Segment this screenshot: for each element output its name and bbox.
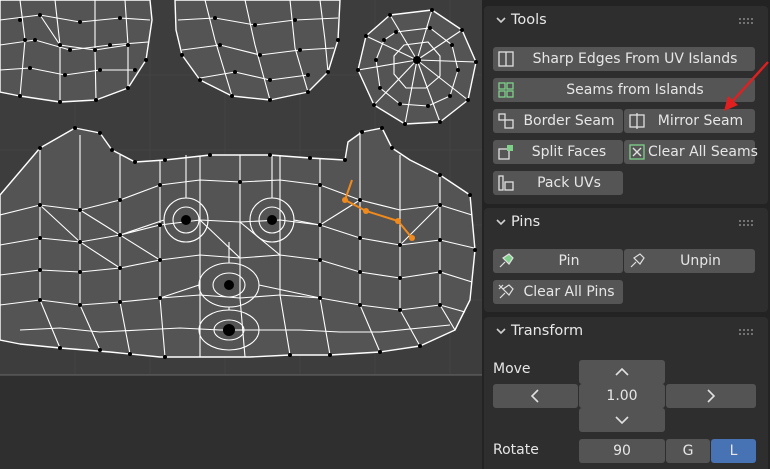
panel-collapse-chevron-icon [496, 328, 506, 335]
border-seam-icon [498, 113, 514, 129]
drag-grip-icon[interactable] [738, 219, 754, 227]
drag-grip-icon[interactable] [738, 328, 754, 336]
uv-editor-viewport[interactable] [0, 0, 482, 469]
uv-island-main [0, 127, 476, 358]
move-down-button[interactable] [579, 408, 665, 432]
annotation-arrow-icon [724, 61, 769, 111]
pins-panel-title: Pins [511, 214, 541, 230]
tools-panel-header[interactable]: Tools [484, 6, 768, 36]
panel-collapse-chevron-icon [496, 219, 506, 226]
split-faces-icon [498, 145, 513, 160]
rotate-label: Rotate [493, 442, 539, 458]
panel-collapse-chevron-icon [496, 17, 506, 24]
pin-button[interactable]: Pin [493, 249, 623, 273]
unpin-icon [630, 253, 645, 268]
move-label: Move [493, 361, 531, 377]
rotate-value-field[interactable]: 90 [579, 439, 665, 463]
chevron-down-icon [615, 416, 629, 425]
mirror-seam-icon [629, 113, 645, 129]
move-value-field[interactable]: 1.00 [579, 384, 665, 408]
transform-panel: Transform Move 1.00 Rotate 90 G L [484, 317, 768, 469]
clear-seams-icon [629, 144, 645, 160]
rotate-mode-l-button[interactable]: L [711, 439, 756, 463]
transform-panel-title: Transform [511, 323, 584, 339]
clear-pins-icon [498, 284, 514, 299]
pack-uvs-icon [498, 175, 514, 191]
seams-islands-icon [498, 82, 514, 98]
tools-panel-title: Tools [511, 12, 547, 28]
split-faces-button[interactable]: Split Faces [493, 140, 623, 164]
rotate-mode-g-button[interactable]: G [666, 439, 710, 463]
border-seam-button[interactable]: Border Seam [493, 109, 623, 133]
move-up-button[interactable] [579, 360, 665, 384]
chevron-left-icon [530, 389, 539, 403]
transform-panel-header[interactable]: Transform [484, 317, 768, 347]
pack-uvs-button[interactable]: Pack UVs [493, 171, 623, 195]
chevron-up-icon [615, 367, 629, 376]
clear-all-seams-button[interactable]: Clear All Seams [624, 140, 758, 164]
move-left-button[interactable] [493, 384, 578, 408]
pins-panel: Pins Pin Unpin Clear All Pins [484, 208, 768, 312]
move-right-button[interactable] [666, 384, 756, 408]
pin-icon [499, 253, 514, 268]
chevron-right-icon [707, 389, 716, 403]
drag-grip-icon[interactable] [738, 17, 754, 25]
sharp-edges-icon [498, 51, 514, 67]
uv-grid-canvas [0, 0, 482, 469]
pins-panel-header[interactable]: Pins [484, 208, 768, 238]
unpin-button[interactable]: Unpin [624, 249, 755, 273]
clear-all-pins-button[interactable]: Clear All Pins [493, 280, 623, 304]
